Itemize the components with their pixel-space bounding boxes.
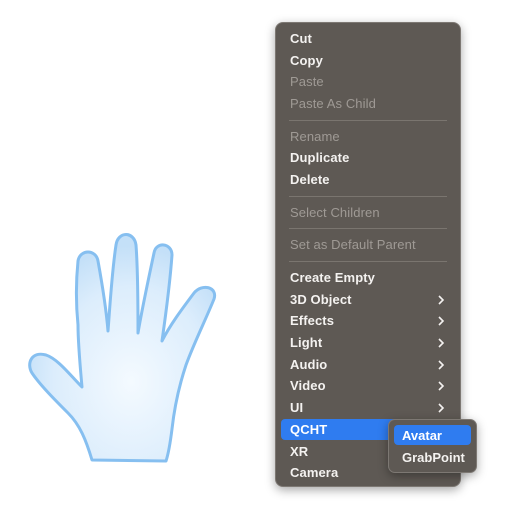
menu-item-label: Copy xyxy=(290,53,323,68)
chevron-right-icon xyxy=(438,380,445,391)
menu-item-label: Rename xyxy=(290,129,340,144)
submenu-item-label: GrabPoint xyxy=(402,449,465,465)
menu-item-copy[interactable]: Copy xyxy=(281,50,455,71)
menu-item-label: Duplicate xyxy=(290,150,350,165)
hand-illustration xyxy=(28,233,217,463)
menu-item-effects[interactable]: Effects xyxy=(281,310,455,331)
menu-item-label: Delete xyxy=(290,172,330,187)
chevron-right-icon xyxy=(438,294,445,305)
chevron-right-icon xyxy=(438,315,445,326)
submenu-item-avatar[interactable]: Avatar xyxy=(394,425,471,445)
submenu-item-label: Avatar xyxy=(402,427,442,443)
menu-item-light[interactable]: Light xyxy=(281,332,455,353)
menu-item-video[interactable]: Video xyxy=(281,375,455,396)
menu-item-label: Select Children xyxy=(290,205,380,220)
menu-item-ui[interactable]: UI xyxy=(281,397,455,418)
menu-item-label: Paste As Child xyxy=(290,96,376,111)
menu-item-label: Effects xyxy=(290,313,335,328)
menu-item-label: Light xyxy=(290,335,323,350)
qcht-submenu: Avatar GrabPoint xyxy=(388,419,477,473)
menu-item-paste-as-child[interactable]: Paste As Child xyxy=(281,93,455,114)
menu-item-delete[interactable]: Delete xyxy=(281,169,455,190)
menu-separator xyxy=(289,228,447,229)
menu-item-label: XR xyxy=(290,444,309,459)
menu-item-cut[interactable]: Cut xyxy=(281,28,455,49)
menu-item-3d-object[interactable]: 3D Object xyxy=(281,289,455,310)
menu-item-select-children[interactable]: Select Children xyxy=(281,202,455,223)
menu-item-label: Paste xyxy=(290,74,324,89)
menu-item-create-empty[interactable]: Create Empty xyxy=(281,267,455,288)
menu-item-label: UI xyxy=(290,400,304,415)
menu-item-label: Set as Default Parent xyxy=(290,237,416,252)
submenu-item-grabpoint[interactable]: GrabPoint xyxy=(394,447,471,467)
menu-item-label: Audio xyxy=(290,357,328,372)
chevron-right-icon xyxy=(438,337,445,348)
menu-item-label: Create Empty xyxy=(290,270,376,285)
menu-item-label: Video xyxy=(290,378,326,393)
menu-item-paste[interactable]: Paste xyxy=(281,71,455,92)
chevron-right-icon xyxy=(438,402,445,413)
context-menu: Cut Copy Paste Paste As Child Rename Dup… xyxy=(275,22,461,487)
menu-item-label: 3D Object xyxy=(290,292,352,307)
menu-item-rename[interactable]: Rename xyxy=(281,126,455,147)
menu-item-duplicate[interactable]: Duplicate xyxy=(281,147,455,168)
chevron-right-icon xyxy=(438,359,445,370)
menu-separator xyxy=(289,261,447,262)
menu-item-label: QCHT xyxy=(290,422,328,437)
menu-item-label: Cut xyxy=(290,31,312,46)
menu-item-audio[interactable]: Audio xyxy=(281,354,455,375)
menu-separator xyxy=(289,196,447,197)
menu-item-set-default-parent[interactable]: Set as Default Parent xyxy=(281,234,455,255)
menu-separator xyxy=(289,120,447,121)
menu-item-label: Camera xyxy=(290,465,339,480)
